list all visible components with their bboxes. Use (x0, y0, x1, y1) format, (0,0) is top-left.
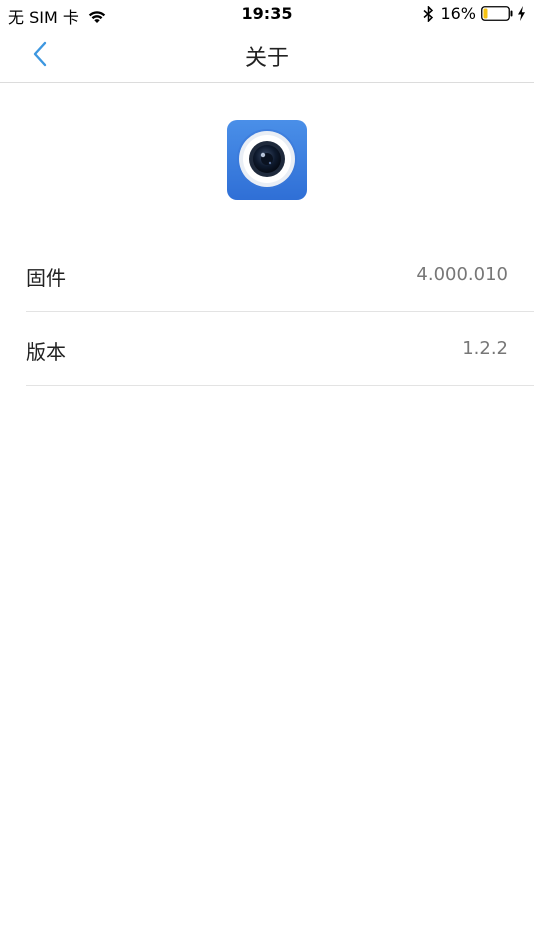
version-label: 版本 (26, 340, 66, 364)
firmware-value: 4.000.010 (416, 264, 508, 285)
bluetooth-icon (423, 5, 434, 22)
info-row-version: 版本 1.2.2 (26, 312, 534, 386)
camera-lens-app-icon (227, 120, 307, 200)
status-right: 16% (423, 4, 526, 23)
page-title: 关于 (244, 46, 289, 71)
info-list: 固件 4.000.010 版本 1.2.2 (26, 238, 534, 386)
battery-percent: 16% (440, 4, 476, 23)
version-value: 1.2.2 (462, 338, 508, 359)
firmware-label: 固件 (26, 266, 66, 290)
info-row-firmware: 固件 4.000.010 (26, 238, 534, 312)
nav-bar: 关于 (0, 28, 534, 83)
battery-icon (481, 6, 513, 21)
status-bar: 无 SIM 卡 19:35 16% (0, 0, 534, 28)
charging-bolt-icon (518, 6, 525, 21)
